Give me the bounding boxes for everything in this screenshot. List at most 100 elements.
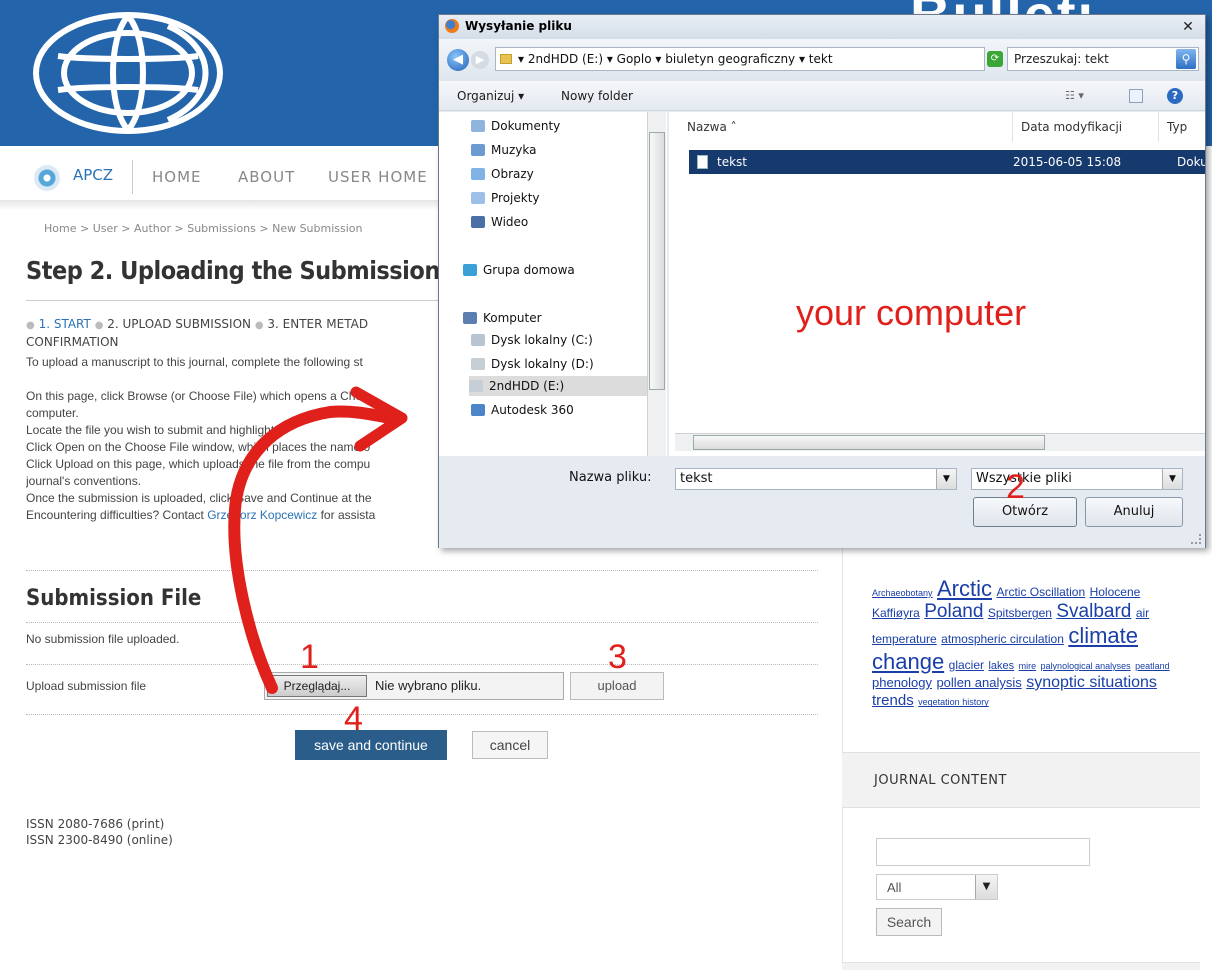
row-divider xyxy=(26,714,818,715)
keyword-tag[interactable]: phenology xyxy=(872,675,932,690)
nav-item-projects[interactable]: Projekty xyxy=(471,188,540,208)
dialog-titlebar[interactable]: Wysyłanie pliku ✕ xyxy=(439,15,1205,39)
save-and-continue-button[interactable]: save and continue xyxy=(295,730,447,760)
keyword-tag[interactable]: Poland xyxy=(924,601,983,622)
open-button[interactable]: Otwórz xyxy=(973,497,1077,527)
row-divider xyxy=(26,664,818,665)
file-upload-dialog[interactable]: Wysyłanie pliku ✕ ◀ ▶ ▾ 2ndHDD (E:) ▾ Go… xyxy=(438,14,1206,548)
keyword-tag[interactable]: glacier xyxy=(949,658,984,672)
keyword-tag[interactable]: trends xyxy=(872,692,914,709)
keyword-tag[interactable]: vegetation history xyxy=(918,697,989,707)
nav-item-video[interactable]: Wideo xyxy=(471,212,528,232)
close-icon[interactable]: ✕ xyxy=(1179,19,1197,35)
organize-menu[interactable]: Organizuj ▾ xyxy=(457,89,524,103)
dialog-search-field[interactable]: Przeszukaj: tekt ⚲ xyxy=(1007,47,1199,71)
filename-value: tekst xyxy=(680,471,713,486)
nav-item-drive-e[interactable]: 2ndHDD (E:) xyxy=(469,376,649,396)
keyword-tag[interactable]: Kaffiøyra xyxy=(872,606,920,620)
no-file-text: No submission file uploaded. xyxy=(26,632,180,646)
keyword-tag[interactable]: mire xyxy=(1019,661,1037,671)
keyword-tag[interactable]: atmospheric circulation xyxy=(941,632,1064,646)
address-bar[interactable]: ▾ 2ndHDD (E:) ▾ Goplo ▾ biuletyn geograf… xyxy=(495,47,985,71)
keyword-tag[interactable]: lakes xyxy=(988,660,1014,672)
page-title: Step 2. Uploading the Submission xyxy=(26,256,440,285)
nav-item-pictures[interactable]: Obrazy xyxy=(471,164,534,184)
journal-logo[interactable] xyxy=(28,8,228,138)
nav-item-computer[interactable]: Komputer xyxy=(463,308,542,328)
apcz-logo-icon xyxy=(34,165,60,191)
instructions-line: Locate the file you wish to submit and h… xyxy=(26,423,287,437)
dropdown-arrow-icon[interactable]: ▼ xyxy=(975,875,997,899)
column-name[interactable]: Nazwa ˄ xyxy=(679,112,1013,142)
keyword-tag[interactable]: Spitsbergen xyxy=(988,606,1052,620)
instructions-line: On this page, click Browse (or Choose Fi… xyxy=(26,389,369,403)
journal-search-input[interactable] xyxy=(876,838,1090,866)
dropdown-arrow-icon[interactable]: ▼ xyxy=(936,469,956,489)
step-3-label: 3. ENTER METAD xyxy=(267,317,369,331)
keyword-tag[interactable]: palynological analyses xyxy=(1041,661,1131,671)
nav-item-autodesk[interactable]: Autodesk 360 xyxy=(471,400,574,420)
nav-divider xyxy=(132,160,133,194)
file-status-text: Nie wybrano pliku. xyxy=(375,678,482,693)
nav-item-drive-c[interactable]: Dysk lokalny (C:) xyxy=(471,330,593,350)
nav-item-label: Autodesk 360 xyxy=(491,403,574,417)
nav-user-home[interactable]: USER HOME xyxy=(328,168,428,186)
filename-input[interactable]: tekst ▼ xyxy=(675,468,957,490)
new-folder-button[interactable]: Nowy folder xyxy=(561,89,633,103)
search-icon[interactable]: ⚲ xyxy=(1176,49,1196,69)
keyword-tag[interactable]: pollen analysis xyxy=(936,675,1021,690)
column-type[interactable]: Typ xyxy=(1159,112,1205,142)
forward-arrow-icon[interactable]: ▶ xyxy=(471,51,489,69)
refresh-icon[interactable]: ⟳ xyxy=(987,51,1003,67)
scrollbar-thumb[interactable] xyxy=(693,435,1045,450)
nav-item-documents[interactable]: Dokumenty xyxy=(471,116,560,136)
file-type-filter[interactable]: Wszystkie pliki ▼ xyxy=(971,468,1183,490)
horizontal-scrollbar[interactable] xyxy=(675,433,1205,451)
upload-file-label: Upload submission file xyxy=(26,679,147,693)
view-options-icon[interactable]: ☷ ▾ xyxy=(1065,89,1101,103)
nav-item-label: Dokumenty xyxy=(491,119,561,133)
step-1-link[interactable]: 1. START xyxy=(39,317,91,331)
column-name-label: Nazwa xyxy=(687,120,727,134)
column-modified[interactable]: Data modyfikacji xyxy=(1013,112,1159,142)
dropdown-arrow-icon[interactable]: ▼ xyxy=(1162,469,1182,489)
keyword-tag[interactable]: Holocene xyxy=(1090,585,1141,599)
search-scope-select[interactable]: All ▼ xyxy=(876,874,998,900)
nav-home[interactable]: HOME xyxy=(152,168,202,186)
back-arrow-icon[interactable]: ◀ xyxy=(447,49,469,71)
nav-brand-apcz[interactable]: APCZ xyxy=(73,166,113,184)
step-bullet: ● xyxy=(254,320,264,331)
keyword-tag[interactable]: Arctic xyxy=(937,576,992,601)
keyword-tag[interactable]: Archaeobotany xyxy=(872,588,933,598)
nav-item-music[interactable]: Muzyka xyxy=(471,140,536,160)
annotation-number-1: 1 xyxy=(300,638,319,676)
preview-pane-icon[interactable] xyxy=(1129,89,1143,103)
file-row-selected[interactable]: tekst 2015-06-05 15:08 Dokum xyxy=(689,150,1205,174)
nav-item-drive-d[interactable]: Dysk lokalny (D:) xyxy=(471,354,594,374)
dialog-cancel-button[interactable]: Anuluj xyxy=(1085,497,1183,527)
contact-link[interactable]: Grzegorz Kopcewicz xyxy=(207,508,317,522)
nav-item-homegroup[interactable]: Grupa domowa xyxy=(463,260,575,280)
keyword-tag[interactable]: Arctic Oscillation xyxy=(996,585,1085,599)
step-bullet: ● xyxy=(94,320,104,331)
breadcrumb[interactable]: Home > User > Author > Submissions > New… xyxy=(44,222,363,235)
scrollbar-thumb[interactable] xyxy=(649,132,665,390)
keyword-tag[interactable]: synoptic situations xyxy=(1026,674,1157,691)
browse-button[interactable]: Przeglądaj... xyxy=(267,675,367,697)
nav-item-label: 2ndHDD (E:) xyxy=(489,379,565,393)
cancel-button[interactable]: cancel xyxy=(472,731,548,759)
search-button[interactable]: Search xyxy=(876,908,942,936)
nav-about[interactable]: ABOUT xyxy=(238,168,295,186)
resize-grip-icon[interactable] xyxy=(1191,534,1201,544)
keyword-tag[interactable]: Svalbard xyxy=(1056,601,1131,622)
nav-item-label: Dysk lokalny (C:) xyxy=(491,333,593,347)
instructions-line: Click Upload on this page, which uploads… xyxy=(26,457,371,471)
navigation-scrollbar[interactable] xyxy=(647,112,666,456)
upload-button[interactable]: upload xyxy=(570,672,664,700)
search-scope-value: All xyxy=(887,880,902,895)
keyword-tag[interactable]: peatland xyxy=(1135,661,1170,671)
instructions: To upload a manuscript to this journal, … xyxy=(26,354,446,524)
file-input[interactable]: Przeglądaj... Nie wybrano pliku. xyxy=(264,672,564,700)
help-icon[interactable]: ? xyxy=(1167,88,1183,104)
